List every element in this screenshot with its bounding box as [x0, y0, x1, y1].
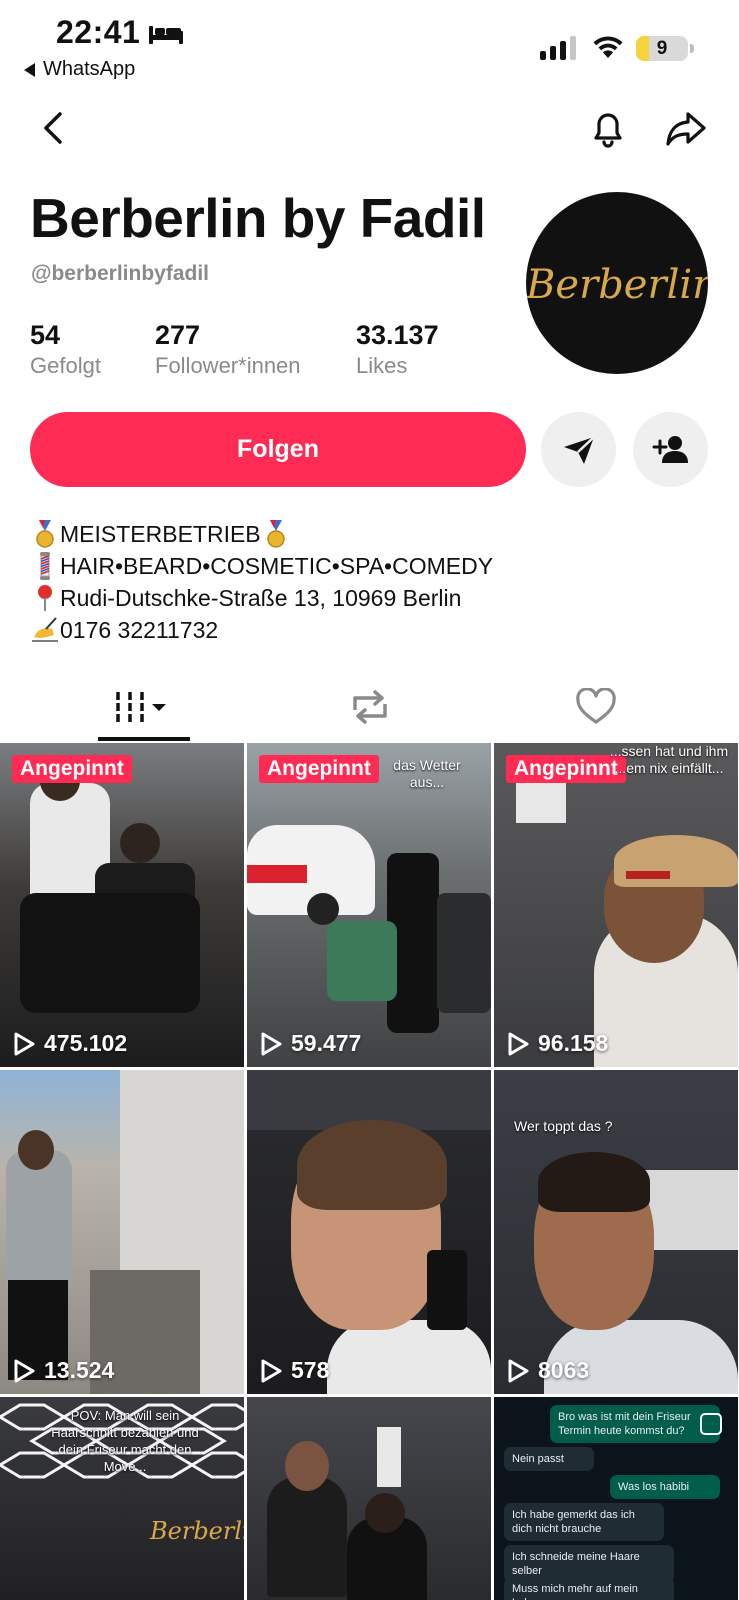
repost-icon: [353, 690, 387, 724]
view-count: 8063: [506, 1357, 589, 1384]
stat-label: Follower*innen: [155, 353, 301, 378]
pin-icon: [30, 583, 60, 613]
add-user-icon: [652, 435, 688, 463]
send-icon: [563, 435, 595, 464]
wifi-icon: [593, 36, 623, 58]
pinned-badge: Angepinnt: [259, 755, 379, 783]
view-count-value: 475.102: [44, 1030, 128, 1056]
play-icon: [14, 1359, 35, 1382]
video-caption: POV: Man will sein Haarschnitt bezahlen …: [51, 1408, 199, 1474]
stat-value: 33.137: [356, 320, 439, 350]
stat-following[interactable]: 54 Gefolgt: [30, 320, 101, 379]
stat-likes[interactable]: 33.137 Likes: [356, 320, 439, 379]
stat-value: 277: [155, 320, 201, 350]
video-thumbnail[interactable]: Angepinnt 475.102: [0, 743, 244, 1067]
tab-videos[interactable]: [98, 682, 190, 732]
stat-label: Gefolgt: [30, 353, 101, 378]
bio-text: MEISTERBETRIEB: [60, 521, 261, 547]
back-arrow-icon[interactable]: [36, 108, 72, 148]
sleep-focus-icon: [149, 26, 183, 44]
medal-icon: [30, 519, 60, 549]
play-icon: [508, 1359, 529, 1382]
view-count-value: 59.477: [291, 1030, 362, 1056]
play-icon: [261, 1032, 282, 1055]
video-thumbnail[interactable]: Angepinnt ...ssen hat und ihm ...em nix …: [494, 743, 738, 1067]
chat-bubble: Nein passt: [504, 1447, 594, 1471]
view-count: 13.524: [12, 1357, 114, 1384]
chat-bubble: Muss mich mehr auf mein Leben: [504, 1577, 674, 1600]
play-icon: [261, 1359, 282, 1382]
battery-indicator: 9: [636, 36, 688, 61]
view-count: 59.477: [259, 1030, 361, 1057]
bio-line: MEISTERBETRIEB: [30, 518, 493, 550]
add-friend-button[interactable]: [633, 412, 708, 487]
grid-icon: [116, 692, 166, 722]
view-count-value: 8063: [538, 1357, 590, 1383]
video-thumbnail[interactable]: Angepinnt das Wetter aus... 59.477: [247, 743, 491, 1067]
avatar-logo: Berberlin: [526, 262, 708, 308]
follow-button[interactable]: Folgen: [30, 412, 526, 487]
chat-bubble: Was los habibi: [610, 1475, 720, 1499]
barber-pole-icon: [30, 551, 60, 581]
video-thumbnail[interactable]: Wer toppt das ? 8063: [494, 1070, 738, 1394]
back-to-app-link[interactable]: WhatsApp: [24, 58, 135, 81]
chat-bubble: Bro was ist mit dein Friseur Termin heut…: [550, 1405, 720, 1443]
stat-followers[interactable]: 277 Follower*innen: [155, 320, 301, 379]
profile-bio: MEISTERBETRIEB HAIR•BEARD•COSMETIC•SPA•C…: [30, 518, 493, 646]
share-icon[interactable]: [664, 108, 708, 148]
pinned-badge: Angepinnt: [12, 755, 132, 783]
heart-icon: [576, 688, 616, 724]
view-count: 475.102: [12, 1030, 127, 1057]
bio-text: Rudi-Dutschke-Straße 13, 10969 Berlin: [60, 585, 462, 611]
battery-level: 9: [656, 38, 668, 59]
bell-icon[interactable]: [586, 106, 630, 150]
video-thumbnail[interactable]: Berberlin POV: Man will sein Haarschnitt…: [0, 1397, 244, 1600]
stat-label: Likes: [356, 353, 408, 378]
stat-value: 54: [30, 320, 61, 350]
cellular-signal-icon: [540, 36, 576, 60]
bio-line: Rudi-Dutschke-Straße 13, 10969 Berlin: [30, 582, 493, 614]
active-tab-indicator: [98, 737, 190, 741]
message-button[interactable]: [541, 412, 616, 487]
video-caption: ...ssen hat und ihm ...em nix einfällt..…: [609, 743, 729, 776]
medal-icon: [261, 519, 291, 549]
video-thumbnail[interactable]: [247, 1397, 491, 1600]
chat-bubble: Ich habe gemerkt das ich dich nicht brau…: [504, 1503, 664, 1541]
view-count: 578: [259, 1357, 329, 1384]
video-thumbnail[interactable]: 578: [247, 1070, 491, 1394]
view-count-value: 13.524: [44, 1357, 115, 1383]
status-time: 22:41: [56, 14, 141, 50]
bio-line: 0176 32211732: [30, 614, 493, 646]
video-caption: Wer toppt das ?: [514, 1118, 613, 1134]
view-count: 96.158: [506, 1030, 608, 1057]
profile-handle: @berberlinbyfadil: [31, 262, 210, 285]
chat-screenshot-thumbnail[interactable]: Bro was ist mit dein Friseur Termin heut…: [494, 1397, 738, 1600]
view-count-value: 96.158: [538, 1030, 609, 1056]
play-icon: [14, 1032, 35, 1055]
bio-text: 0176 32211732: [60, 617, 219, 643]
back-app-label: WhatsApp: [43, 58, 136, 80]
video-thumbnail[interactable]: 13.524: [0, 1070, 244, 1394]
view-count-value: 578: [291, 1357, 330, 1383]
tab-liked[interactable]: [572, 682, 620, 732]
status-bar: 22:41 WhatsApp 9: [0, 0, 739, 90]
play-icon: [508, 1032, 529, 1055]
video-caption: das Wetter aus...: [393, 757, 461, 790]
bio-text: HAIR•BEARD•COSMETIC•SPA•COMEDY: [60, 553, 494, 579]
profile-name: Berberlin by Fadil: [30, 187, 486, 249]
bio-line: HAIR•BEARD•COSMETIC•SPA•COMEDY: [30, 550, 493, 582]
back-triangle-icon: [24, 62, 35, 77]
battery-cap: [690, 44, 694, 53]
writing-hand-icon: [30, 615, 60, 645]
tab-reposts[interactable]: [342, 682, 398, 732]
avatar[interactable]: Berberlin: [526, 192, 708, 374]
multi-photo-icon: [700, 1413, 722, 1435]
